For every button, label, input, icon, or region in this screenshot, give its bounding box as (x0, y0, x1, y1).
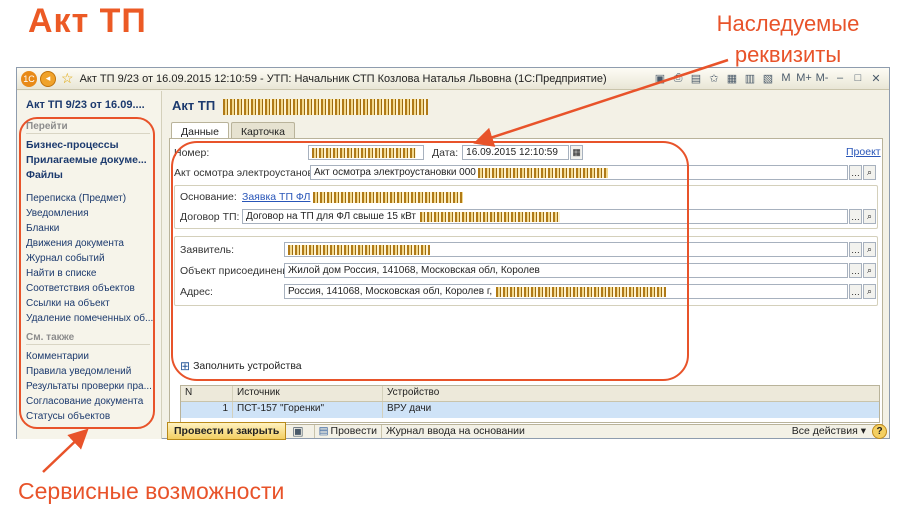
callout-arrows (42, 58, 729, 473)
arrow-services (42, 428, 89, 473)
arrow-inherited (473, 58, 729, 147)
callout-services: Сервисные возможности (18, 478, 285, 504)
